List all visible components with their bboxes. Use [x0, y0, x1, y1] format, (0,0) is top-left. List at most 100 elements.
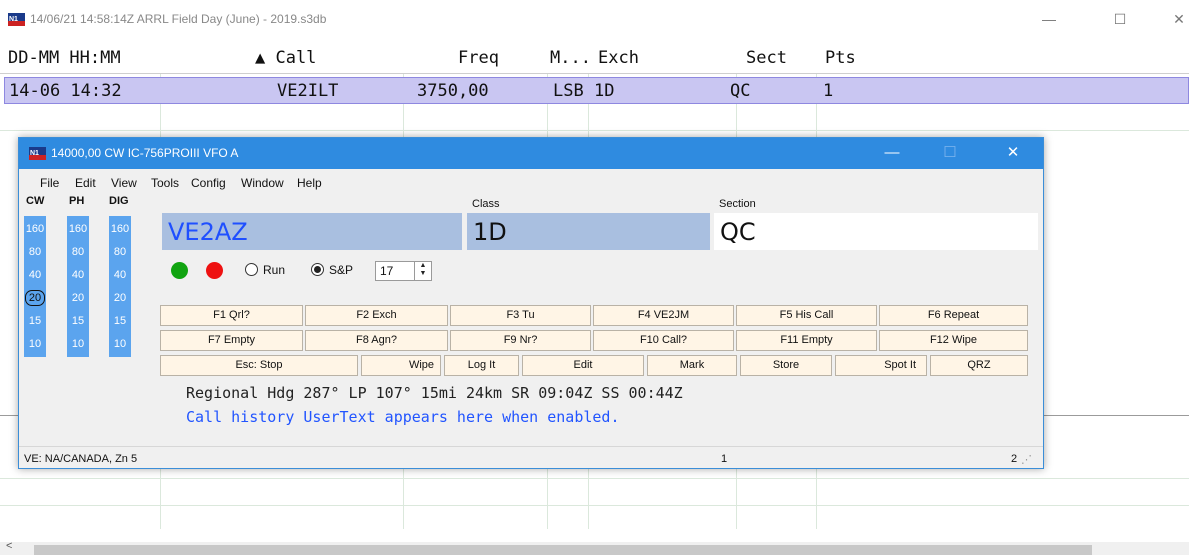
esc-stop-button[interactable]: Esc: Stop [160, 355, 358, 376]
column-header-pts[interactable]: Pts [825, 48, 856, 68]
log-window-titlebar[interactable]: N1 14/06/21 14:58:14Z ARRL Field Day (Ju… [0, 0, 1189, 38]
menu-edit[interactable]: Edit [75, 176, 96, 190]
wipe-button[interactable]: Wipe [361, 355, 441, 376]
close-button[interactable]: ✕ [1002, 142, 1024, 164]
column-header-call[interactable]: ▲ Call [255, 48, 316, 68]
scrollbar-thumb[interactable] [34, 545, 1092, 555]
band-dig-80[interactable]: 80 [109, 246, 131, 258]
status-right-value: 2 [1011, 453, 1018, 465]
menu-tools[interactable]: Tools [151, 176, 179, 190]
rate-spinner[interactable]: 17 ▲ ▼ [375, 261, 432, 281]
maximize-button[interactable]: ☐ [1108, 8, 1132, 30]
band-cw-10[interactable]: 10 [24, 338, 46, 350]
f10-button[interactable]: F10 Call? [593, 330, 734, 351]
red-status-icon [206, 262, 223, 279]
grid-line [0, 505, 1189, 506]
bearing-info-line: Regional Hdg 287° LP 107° 15mi 24km SR 0… [186, 384, 683, 402]
cell-pts: 1 [823, 81, 834, 101]
class-label: Class [472, 198, 500, 210]
status-center-value: 1 [721, 453, 728, 465]
f12-button[interactable]: F12 Wipe [879, 330, 1028, 351]
band-dig-10[interactable]: 10 [109, 338, 131, 350]
band-dig-160[interactable]: 160 [109, 223, 131, 235]
band-ph-10[interactable]: 10 [67, 338, 89, 350]
column-header-datetime[interactable]: DD-MM HH:MM [8, 48, 121, 68]
band-dig-20[interactable]: 20 [109, 292, 131, 304]
band-cw-20-selected[interactable]: 20 [25, 290, 45, 306]
n1mm-logo-icon: N1 [8, 13, 25, 26]
minimize-button[interactable]: — [881, 142, 903, 164]
f5-button[interactable]: F5 His Call [736, 305, 877, 326]
edit-button[interactable]: Edit [522, 355, 644, 376]
green-status-icon [171, 262, 188, 279]
entry-window-title: 14000,00 CW IC-756PROIII VFO A [51, 146, 239, 160]
f3-button[interactable]: F3 Tu [450, 305, 591, 326]
band-ph-15[interactable]: 15 [67, 315, 89, 327]
log-it-button[interactable]: Log It [444, 355, 519, 376]
table-row[interactable]: 14-06 14:32 VE2ILT 3750,00 LSB 1D QC 1 [4, 77, 1189, 104]
f6-button[interactable]: F6 Repeat [879, 305, 1028, 326]
class-input-value: 1D [473, 218, 507, 246]
qrz-button[interactable]: QRZ [930, 355, 1028, 376]
band-column-ph: 160 80 40 20 15 10 [67, 216, 89, 357]
f11-button[interactable]: F11 Empty [736, 330, 877, 351]
f2-button[interactable]: F2 Exch [305, 305, 448, 326]
sp-radio-selected-dot [314, 266, 321, 273]
band-cw-40[interactable]: 40 [24, 269, 46, 281]
class-input[interactable]: 1D [467, 213, 710, 250]
svg-text:N1: N1 [9, 16, 18, 23]
band-header-cw: CW [26, 195, 45, 207]
f1-button[interactable]: F1 Qrl? [160, 305, 303, 326]
band-ph-80[interactable]: 80 [67, 246, 89, 258]
f8-button[interactable]: F8 Agn? [305, 330, 448, 351]
menu-config[interactable]: Config [191, 176, 226, 190]
n1mm-logo-icon: N1 [29, 147, 46, 160]
scroll-left-icon[interactable]: < [6, 540, 12, 552]
menu-file[interactable]: File [40, 176, 59, 190]
f4-button[interactable]: F4 VE2JM [593, 305, 734, 326]
band-ph-40[interactable]: 40 [67, 269, 89, 281]
menu-help[interactable]: Help [297, 176, 322, 190]
sp-radio[interactable] [311, 263, 324, 276]
column-header-freq[interactable]: Freq [458, 48, 499, 68]
band-ph-160[interactable]: 160 [67, 223, 89, 235]
mark-button[interactable]: Mark [647, 355, 737, 376]
spot-it-button[interactable]: Spot It [835, 355, 927, 376]
entry-window: N1 14000,00 CW IC-756PROIII VFO A — ☐ ✕ … [18, 137, 1044, 469]
call-input[interactable]: VE2AZ [162, 213, 462, 250]
log-table-header: DD-MM HH:MM ▲ Call Freq M... Exch Sect P… [0, 40, 1189, 74]
cell-freq: 3750,00 [417, 81, 489, 101]
column-header-exch[interactable]: Exch [598, 48, 639, 68]
column-header-mode[interactable]: M... [550, 48, 591, 68]
band-header-ph: PH [69, 195, 85, 207]
log-window-title: 14/06/21 14:58:14Z ARRL Field Day (June)… [30, 12, 327, 26]
band-ph-20[interactable]: 20 [67, 292, 89, 304]
cell-sect: QC [730, 81, 751, 101]
f9-button[interactable]: F9 Nr? [450, 330, 591, 351]
menu-window[interactable]: Window [241, 176, 284, 190]
f7-button[interactable]: F7 Empty [160, 330, 303, 351]
band-cw-15[interactable]: 15 [24, 315, 46, 327]
cell-exch: 1D [594, 81, 615, 101]
band-dig-40[interactable]: 40 [109, 269, 131, 281]
status-bar: VE: NA/CANADA, Zn 5 1 2 ⋰ [19, 446, 1043, 468]
store-button[interactable]: Store [740, 355, 832, 376]
band-cw-80[interactable]: 80 [24, 246, 46, 258]
grid-line [0, 130, 1189, 131]
entry-window-titlebar[interactable]: N1 14000,00 CW IC-756PROIII VFO A — ☐ ✕ [19, 138, 1043, 169]
menu-view[interactable]: View [111, 176, 137, 190]
band-cw-160[interactable]: 160 [24, 223, 46, 235]
spinner-arrows-icon[interactable]: ▲ ▼ [414, 262, 431, 280]
cell-call: VE2ILT [277, 81, 339, 101]
band-dig-15[interactable]: 15 [109, 315, 131, 327]
section-input[interactable]: QC [714, 213, 1038, 250]
column-header-sect[interactable]: Sect [746, 48, 787, 68]
section-label: Section [719, 198, 756, 210]
resize-grip-icon[interactable]: ⋰ [1021, 453, 1032, 466]
close-button[interactable]: ✕ [1167, 8, 1189, 30]
svg-text:N1: N1 [30, 150, 39, 157]
maximize-button[interactable]: ☐ [939, 142, 961, 164]
call-input-value: VE2AZ [168, 218, 248, 246]
run-radio[interactable] [245, 263, 258, 276]
minimize-button[interactable]: — [1037, 8, 1061, 30]
